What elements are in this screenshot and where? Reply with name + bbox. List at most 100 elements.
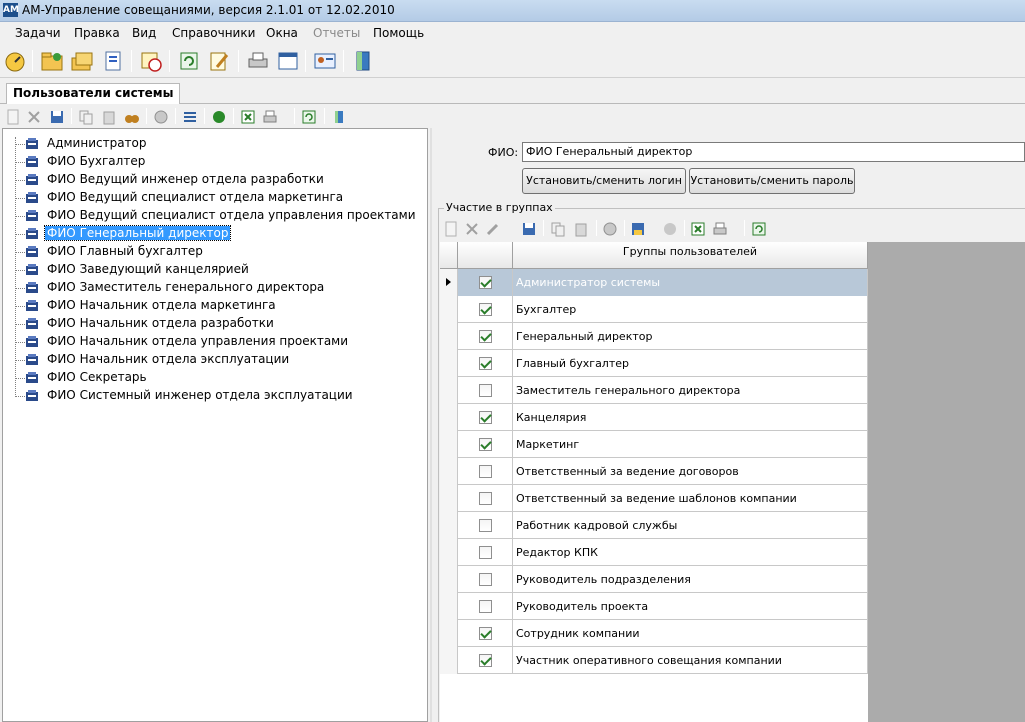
group-name-cell[interactable]: Бухгалтер [513,296,868,323]
print-icon[interactable] [712,221,728,237]
list-icon[interactable] [182,109,198,125]
grid-row[interactable]: Бухгалтер [440,296,868,323]
grid-row[interactable]: Работник кадровой службы [440,512,868,539]
print-icon[interactable] [262,109,278,125]
group-name-cell[interactable]: Ответственный за ведение договоров [513,458,868,485]
membership-checkbox[interactable] [479,303,492,316]
check-column-header[interactable] [458,242,513,269]
membership-checkbox[interactable] [479,465,492,478]
checkbox-cell[interactable] [458,269,513,296]
row-selector[interactable] [440,647,458,674]
users-tree[interactable]: Администратор ФИО Бухгалтер ФИО Ведущий ин… [2,128,428,722]
row-selector[interactable] [440,620,458,647]
save-icon[interactable] [521,221,537,237]
group-name-cell[interactable]: Генеральный директор [513,323,868,350]
undo-icon[interactable] [602,221,618,237]
grid-row[interactable]: Маркетинг [440,431,868,458]
row-selector[interactable] [440,269,458,296]
tree-item-user[interactable]: ФИО Ведущий специалист отдела управления… [3,207,423,225]
group-name-cell[interactable]: Участник оперативного совещания компании [513,647,868,674]
disabled-refresh-icon[interactable] [662,221,678,237]
exit-door-icon[interactable] [351,49,375,73]
excel-icon[interactable] [240,109,256,125]
menu-item-windows[interactable]: Окна [266,26,298,40]
group-name-cell[interactable]: Главный бухгалтер [513,350,868,377]
grid-row[interactable]: Заместитель генерального директора [440,377,868,404]
new-icon[interactable] [443,221,459,237]
delete-icon[interactable] [26,109,42,125]
groups-column-header[interactable]: Группы пользователей [513,242,868,269]
group-name-cell[interactable]: Заместитель генерального директора [513,377,868,404]
group-name-cell[interactable]: Редактор КПК [513,539,868,566]
membership-checkbox[interactable] [479,654,492,667]
row-selector[interactable] [440,485,458,512]
membership-checkbox[interactable] [479,573,492,586]
fio-field[interactable]: ФИО Генеральный директор [522,142,1025,162]
grid-row[interactable]: Генеральный директор [440,323,868,350]
tree-item-user[interactable]: ФИО Заместитель генерального директора [3,279,423,297]
membership-checkbox[interactable] [479,276,492,289]
grid-row[interactable]: Ответственный за ведение шаблонов компан… [440,485,868,512]
tree-item-user[interactable]: ФИО Ведущий специалист отдела маркетинга [3,189,423,207]
menu-item-tasks[interactable]: Задачи [15,26,61,40]
reload-icon[interactable] [751,221,767,237]
calendar-clock-icon[interactable] [139,49,163,73]
row-selector[interactable] [440,296,458,323]
refresh-green-icon[interactable] [211,109,227,125]
tree-item-user[interactable]: ФИО Секретарь [3,369,423,387]
grid-row[interactable]: Канцелярия [440,404,868,431]
set-password-button[interactable]: Установить/сменить пароль [689,168,855,194]
row-selector[interactable] [440,404,458,431]
checkbox-cell[interactable] [458,377,513,404]
folders-icon[interactable] [70,49,94,73]
grid-row[interactable]: Руководитель подразделения [440,566,868,593]
group-name-cell[interactable]: Ответственный за ведение шаблонов компан… [513,485,868,512]
checkbox-cell[interactable] [458,404,513,431]
row-selector[interactable] [440,512,458,539]
binoculars-icon[interactable] [124,109,140,125]
save-dropdown-icon[interactable] [630,221,646,237]
reload-icon[interactable] [301,109,317,125]
tree-item-user[interactable]: ФИО Бухгалтер [3,153,423,171]
grid-row[interactable]: Руководитель проекта [440,593,868,620]
tree-item-user[interactable]: ФИО Системный инженер отдела эксплуатаци… [3,387,423,405]
grid-row[interactable]: Ответственный за ведение договоров [440,458,868,485]
membership-checkbox[interactable] [479,519,492,532]
checkbox-cell[interactable] [458,647,513,674]
group-name-cell[interactable]: Руководитель проекта [513,593,868,620]
group-name-cell[interactable]: Работник кадровой службы [513,512,868,539]
membership-checkbox[interactable] [479,357,492,370]
dashboard-icon[interactable] [3,49,27,73]
membership-checkbox[interactable] [479,438,492,451]
checkbox-cell[interactable] [458,431,513,458]
add-folder-icon[interactable] [40,49,64,73]
printer-icon[interactable] [246,49,270,73]
row-selector[interactable] [440,458,458,485]
row-selector[interactable] [440,431,458,458]
row-selector[interactable] [440,323,458,350]
checkbox-cell[interactable] [458,566,513,593]
grid-row[interactable]: Участник оперативного совещания компании [440,647,868,674]
row-selector-header[interactable] [440,242,458,269]
checkbox-cell[interactable] [458,350,513,377]
paste-icon[interactable] [573,221,589,237]
paste-icon[interactable] [101,109,117,125]
row-selector[interactable] [440,566,458,593]
checkbox-cell[interactable] [458,323,513,350]
set-login-button[interactable]: Установить/сменить логин [522,168,686,194]
membership-checkbox[interactable] [479,546,492,559]
tree-item-user[interactable]: ФИО Начальник отдела маркетинга [3,297,423,315]
save-icon[interactable] [49,109,65,125]
checkbox-cell[interactable] [458,485,513,512]
grid-row[interactable]: Главный бухгалтер [440,350,868,377]
tree-item-user[interactable]: ФИО Начальник отдела управления проектам… [3,333,423,351]
checkbox-cell[interactable] [458,296,513,323]
menu-item-view[interactable]: Вид [132,26,156,40]
row-selector[interactable] [440,539,458,566]
checkbox-cell[interactable] [458,593,513,620]
menu-item-help[interactable]: Помощь [373,26,424,40]
document-icon[interactable] [101,49,125,73]
copy-icon[interactable] [550,221,566,237]
membership-checkbox[interactable] [479,330,492,343]
tree-item-user[interactable]: ФИО Начальник отдела разработки [3,315,423,333]
